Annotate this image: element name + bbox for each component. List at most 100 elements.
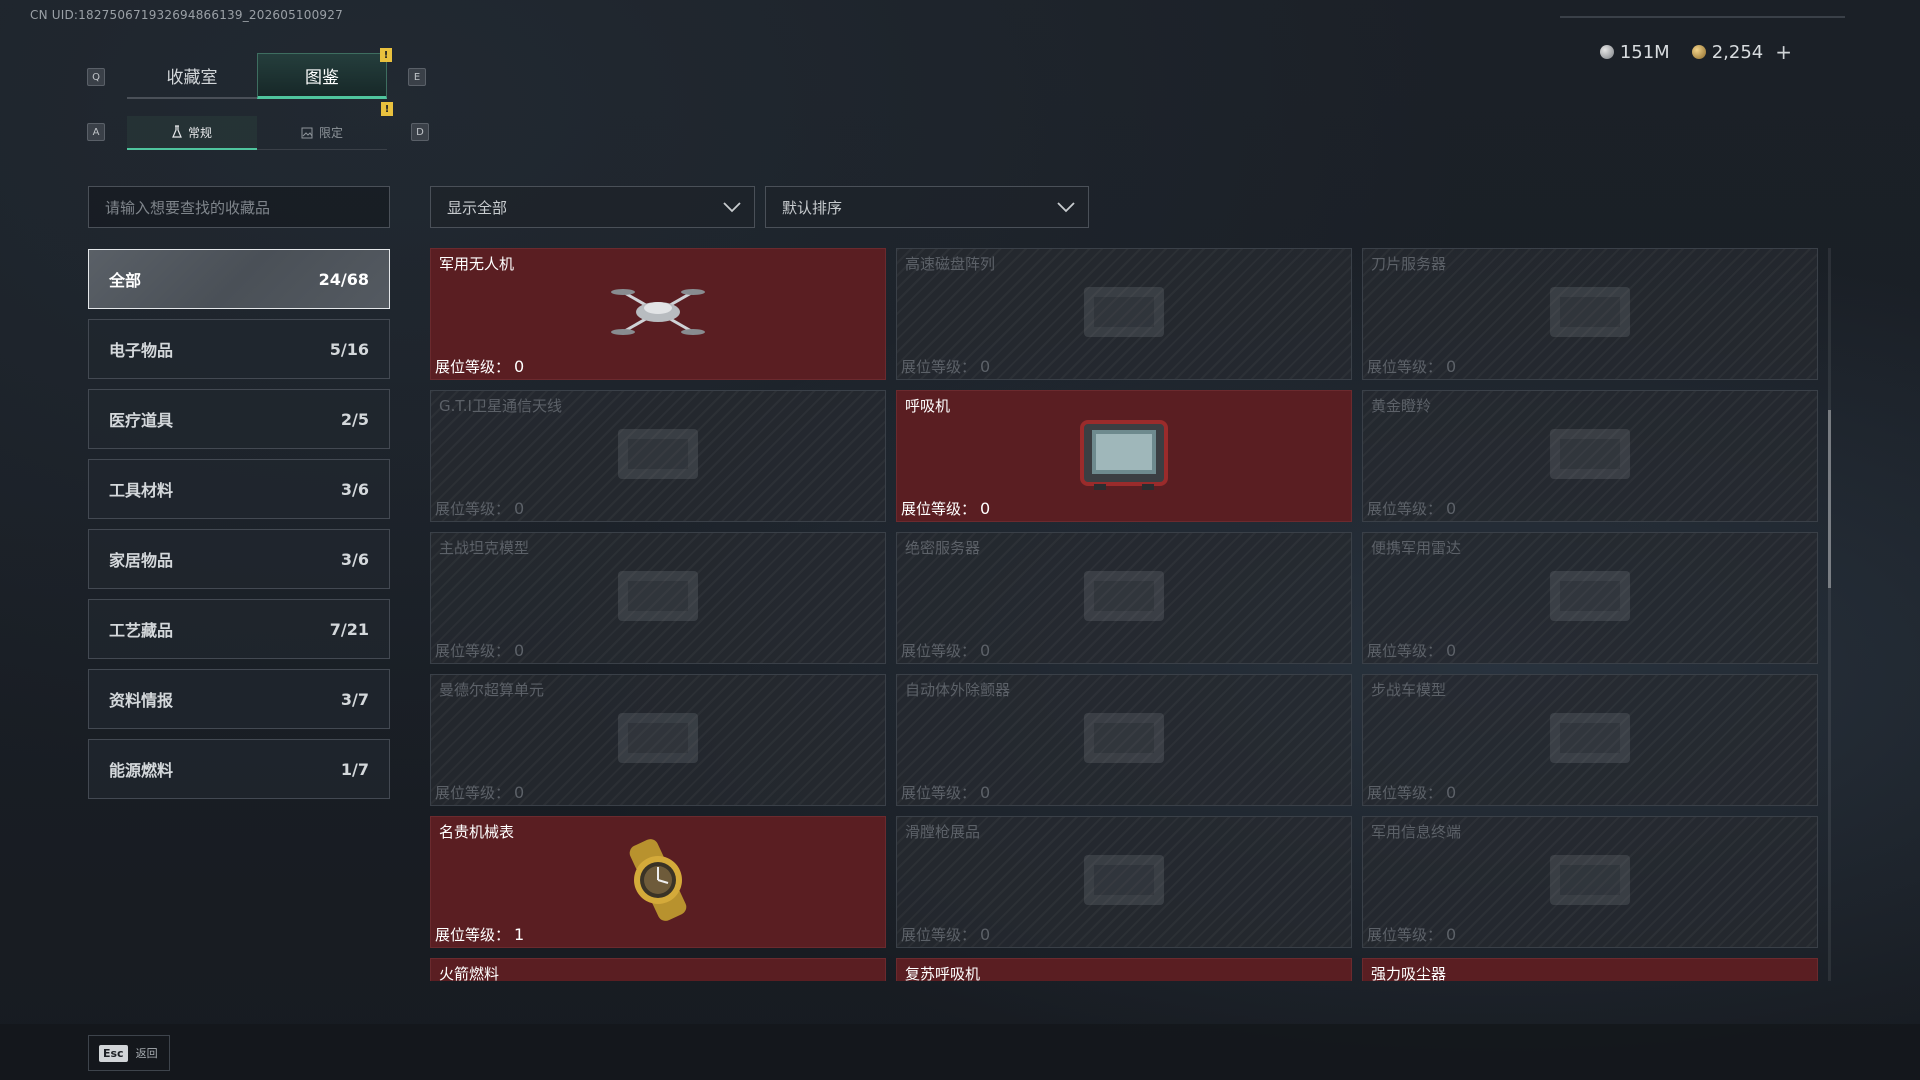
category-count: 1/7: [340, 759, 369, 779]
item-name: 曼德尔超算单元: [439, 681, 545, 699]
collection-item-card[interactable]: 强力吸尘器: [1362, 958, 1818, 981]
collection-item-card[interactable]: 高速磁盘阵列 展位等级： 0: [896, 248, 1352, 380]
category-count: 3/6: [340, 549, 369, 569]
level-value: 0: [1446, 925, 1457, 944]
add-currency-button[interactable]: +: [1775, 40, 1792, 64]
level-value: 0: [1446, 783, 1457, 802]
musket-icon: [1069, 840, 1179, 924]
level-label: 展位等级：: [901, 642, 977, 660]
key-e-hint: E: [408, 68, 426, 86]
watch-icon: [613, 835, 703, 929]
item-level: 展位等级： 0: [901, 498, 990, 519]
collection-item-card[interactable]: 步战车模型 展位等级： 0: [1362, 674, 1818, 806]
collection-item-card[interactable]: 黄金瞪羚展位等级： 0: [1362, 390, 1818, 522]
search-input[interactable]: 请输入想要查找的收藏品: [88, 186, 390, 228]
category-crafts[interactable]: 工艺藏品 7/21: [88, 599, 390, 659]
category-all[interactable]: 全部 24/68: [88, 249, 390, 309]
category-energy[interactable]: 能源燃料 1/7: [88, 739, 390, 799]
sort-dropdown[interactable]: 默认排序: [765, 186, 1089, 228]
gold-amount: 2,254: [1711, 41, 1764, 63]
level-value: 0: [514, 499, 525, 518]
collection-item-card[interactable]: 刀片服务器展位等级： 0: [1362, 248, 1818, 380]
collection-item-card[interactable]: 滑膛枪展品 展位等级： 0: [896, 816, 1352, 948]
sort-value: 默认排序: [782, 198, 843, 217]
tab-label: 常规: [187, 125, 212, 140]
collection-item-card[interactable]: 主战坦克模型 展位等级： 0: [430, 532, 886, 664]
level-label: 展位等级：: [901, 784, 977, 802]
tank-model-icon: [603, 556, 713, 640]
level-value: 0: [1446, 641, 1457, 660]
scrollbar-thumb[interactable]: [1828, 410, 1831, 588]
grid-scrollbar[interactable]: [1828, 248, 1831, 981]
item-name: G.T.I卫星通信天线: [439, 397, 562, 415]
category-tools[interactable]: 工具材料 3/6: [88, 459, 390, 519]
level-value: 0: [1446, 499, 1457, 518]
collection-item-card[interactable]: 火箭燃料: [430, 958, 886, 981]
item-level: 展位等级： 0: [901, 924, 990, 945]
category-count: 3/6: [340, 479, 369, 499]
currency-bar: 151M 2,254 +: [1599, 40, 1792, 64]
collection-item-card[interactable]: 便携军用雷达 展位等级： 0: [1362, 532, 1818, 664]
collection-item-card[interactable]: 呼吸机展位等级： 0: [896, 390, 1352, 522]
back-label: 返回: [135, 1047, 158, 1060]
category-intel[interactable]: 资料情报 3/7: [88, 669, 390, 729]
level-label: 展位等级：: [901, 926, 977, 944]
collection-item-card[interactable]: 绝密服务器 展位等级： 0: [896, 532, 1352, 664]
level-label: 展位等级：: [1367, 642, 1443, 660]
item-name: 刀片服务器: [1371, 255, 1447, 273]
collection-item-card[interactable]: G.T.I卫星通信天线展位等级： 0: [430, 390, 886, 522]
silver-amount: 151M: [1619, 41, 1670, 63]
level-label: 展位等级：: [435, 926, 511, 944]
item-level: 展位等级： 0: [1367, 498, 1456, 519]
item-name: 军用信息终端: [1371, 823, 1462, 841]
gold-currency[interactable]: 2,254 +: [1691, 40, 1792, 64]
collection-item-card[interactable]: 军用信息终端展位等级： 0: [1362, 816, 1818, 948]
back-button[interactable]: Esc 返回: [88, 1035, 170, 1071]
level-label: 展位等级：: [435, 784, 511, 802]
item-name: 黄金瞪羚: [1371, 397, 1432, 415]
level-value: 0: [980, 783, 991, 802]
item-name: 强力吸尘器: [1371, 965, 1447, 981]
category-count: 2/5: [340, 409, 369, 429]
key-q-hint: Q: [87, 68, 105, 86]
level-value: 1: [514, 925, 525, 944]
level-label: 展位等级：: [901, 358, 977, 376]
level-label: 展位等级：: [1367, 784, 1443, 802]
terminal-icon: [1535, 840, 1645, 924]
category-medical[interactable]: 医疗道具 2/5: [88, 389, 390, 449]
top-divider: [1560, 16, 1845, 18]
uid-text: CN UID:18275067193269486613​9_2026051009…: [30, 8, 343, 22]
tab-limited[interactable]: 限定 !: [257, 102, 393, 150]
collection-item-card[interactable]: 名贵机械表 展位等级： 1: [430, 816, 886, 948]
category-label: 工艺藏品: [109, 621, 174, 640]
footer-bar: [0, 1024, 1920, 1080]
satellite-dish-icon: [603, 414, 713, 498]
collection-item-card[interactable]: 自动体外除颤器 展位等级： 0: [896, 674, 1352, 806]
tab-collection-room[interactable]: 收藏室: [127, 53, 257, 99]
category-label: 家居物品: [109, 551, 174, 570]
item-name: 军用无人机: [439, 255, 515, 273]
tab-label: 收藏室: [166, 67, 218, 88]
filter-dropdown[interactable]: 显示全部: [430, 186, 755, 228]
radar-icon: [1535, 556, 1645, 640]
collection-item-card[interactable]: 复苏呼吸机: [896, 958, 1352, 981]
level-label: 展位等级：: [1367, 926, 1443, 944]
tab-regular[interactable]: 常规: [127, 116, 257, 150]
level-value: 0: [980, 357, 991, 376]
item-level: 展位等级： 0: [1367, 782, 1456, 803]
collection-item-card[interactable]: 军用无人机 展位等级： 0: [430, 248, 886, 380]
supercomputer-icon: [603, 698, 713, 782]
collection-item-card[interactable]: 曼德尔超算单元 展位等级： 0: [430, 674, 886, 806]
item-name: 呼吸机: [905, 397, 951, 415]
category-label: 医疗道具: [109, 411, 174, 430]
silver-currency: 151M: [1599, 41, 1670, 63]
level-value: 0: [980, 641, 991, 660]
category-household[interactable]: 家居物品 3/6: [88, 529, 390, 589]
item-level: 展位等级： 0: [1367, 356, 1456, 377]
category-label: 资料情报: [109, 691, 174, 710]
item-level: 展位等级： 0: [435, 640, 524, 661]
category-count: 5/16: [329, 339, 369, 359]
tab-catalog[interactable]: 图鉴 !: [257, 48, 392, 99]
item-level: 展位等级： 0: [435, 498, 524, 519]
category-electronics[interactable]: 电子物品 5/16: [88, 319, 390, 379]
